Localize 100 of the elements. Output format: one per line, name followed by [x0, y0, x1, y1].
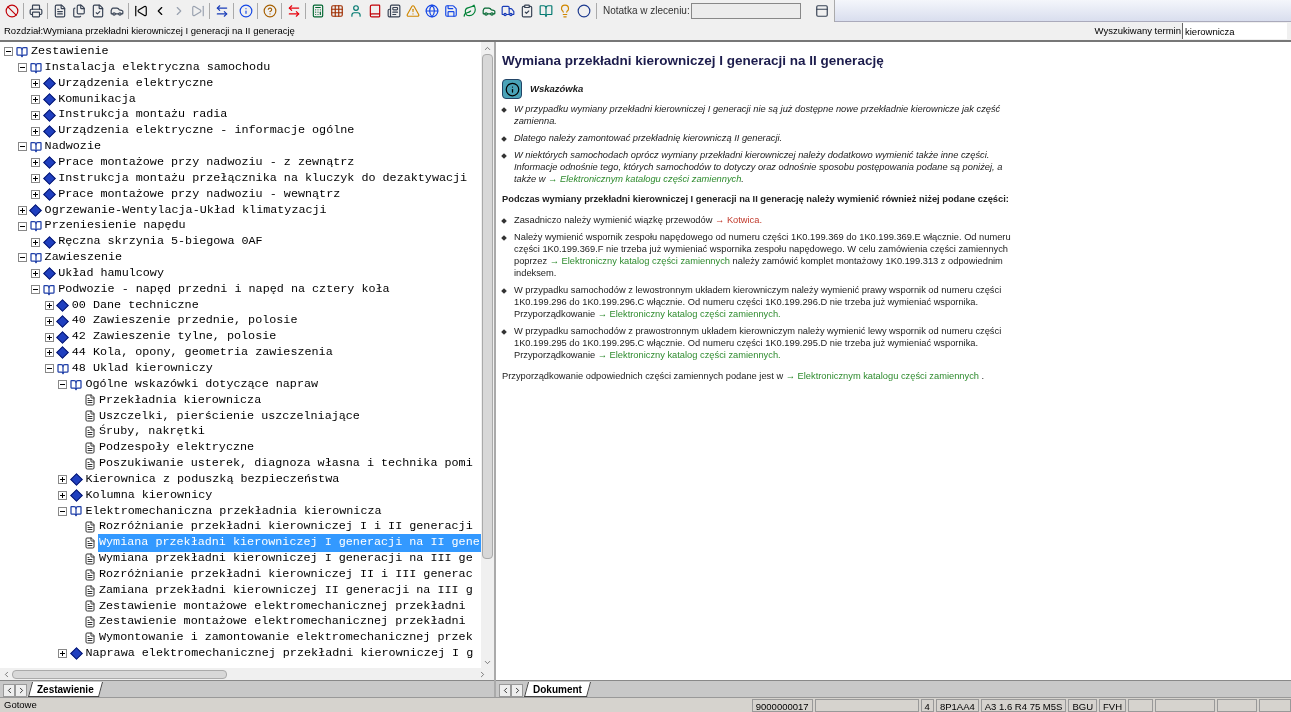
search-field[interactable]: kierownicza: [1182, 23, 1287, 39]
tree-item[interactable]: 44 Kola, opony, geometria zawieszenia: [70, 344, 334, 362]
tree-item[interactable]: Zamiana przekładni kierowniczej II generacji na III g: [98, 581, 474, 600]
tree-item[interactable]: Zestawienie montażowe elektromechanicznej przekładni: [98, 597, 467, 616]
expand-icon[interactable]: [31, 94, 41, 104]
expand-icon[interactable]: [44, 316, 54, 326]
open-book-icon: [29, 220, 42, 233]
list-item-text: W przypadku wymiany przekładni kierowniczej I generacji nie są już dostępne nowe przekładnie kierownicze jak część zamienna.: [514, 103, 1002, 128]
status-cell: 9000000017: [751, 698, 813, 712]
collapse-icon[interactable]: [4, 47, 13, 57]
tree-item[interactable]: Ogrzewanie-Wentylacja-Układ klimatyzacji: [43, 201, 328, 220]
tree-item[interactable]: Urządzenia elektryczne: [57, 74, 215, 93]
scroll-right-button[interactable]: [15, 684, 27, 697]
bullet-icon: [501, 329, 507, 336]
tree-item[interactable]: Wymiana przekładni kierowniczej I generacji na III ge: [98, 550, 474, 568]
catalog-link[interactable]: → Elektronicznym katalogu części zamiennych: [785, 371, 979, 382]
page-icon: [84, 568, 96, 581]
scroll-left-button[interactable]: [499, 684, 511, 697]
tree-item[interactable]: Podzespoły elektryczne: [98, 439, 256, 457]
tree-item[interactable]: Komunikacja: [57, 90, 137, 109]
bullet-icon: [501, 218, 507, 225]
truck-icon: [500, 3, 515, 18]
print-icon: [28, 3, 43, 18]
expand-icon[interactable]: [58, 475, 68, 485]
page-icon: [84, 426, 96, 439]
tree-item[interactable]: 40 Zawieszenie przednie, polosie: [70, 312, 299, 331]
tree-item[interactable]: Rozróżnianie przekładni kierowniczej I i II generacji: [98, 518, 474, 537]
tree-item[interactable]: Elektromechaniczna przekładnia kierownicza: [84, 502, 383, 521]
tree-item[interactable]: 48 Uklad kierowniczy: [70, 360, 214, 378]
tree-item[interactable]: Układ hamulcowy: [57, 264, 165, 283]
expand-icon[interactable]: [44, 332, 54, 342]
tree-item[interactable]: Instalacja elektryczna samochodu: [43, 58, 272, 77]
tree-item[interactable]: Instrukcja montażu przełącznika na kluczyk do dezaktywacji: [57, 169, 469, 188]
calculator-icon: [310, 3, 325, 18]
page-icon: [84, 600, 96, 613]
catalog-link[interactable]: → Elektroniczny katalog części zamiennych.: [597, 350, 781, 361]
tree-item[interactable]: Poszukiwanie usterek, diagnoza własna i technika pomi: [98, 455, 474, 473]
expand-icon[interactable]: [31, 158, 41, 168]
collapse-icon[interactable]: [17, 221, 27, 231]
status-cell: A3 1.6 R4 75 M5S: [980, 698, 1067, 712]
tree-item[interactable]: Kolumna kierownicy: [84, 486, 214, 505]
scroll-right-button[interactable]: [511, 684, 523, 697]
sheet-tab[interactable]: Dokument: [524, 682, 591, 697]
catalog-link[interactable]: → Elektroniczny katalog części zamiennych.: [597, 309, 781, 320]
harness-link[interactable]: → Kotwica.: [715, 215, 762, 226]
tree-item[interactable]: Nadwozie: [43, 138, 102, 156]
last-icon: [190, 3, 205, 18]
tree-item[interactable]: Wymontowanie i zamontowanie elektromechanicznej przek: [98, 629, 474, 647]
collapse-icon[interactable]: [31, 285, 41, 295]
sheet-tab[interactable]: Zestawienie: [28, 682, 103, 697]
collapse-icon[interactable]: [58, 380, 68, 390]
catalog-link[interactable]: → Elektroniczny katalog części zamiennych: [549, 256, 730, 267]
tree-item[interactable]: Ręczna skrzynia 5-biegowa 0AF: [57, 233, 264, 251]
tree-item[interactable]: Podwozie - napęd przedni i napęd na cztery koła: [57, 280, 391, 299]
tree-item[interactable]: Ogólne wskazówki dotyczące napraw: [84, 375, 320, 394]
document-title: Wymiana przekładni kierowniczej I generacji na II generację: [502, 52, 885, 70]
warning-icon: [405, 3, 420, 18]
expand-icon[interactable]: [31, 190, 41, 199]
search-label: Wyszukiwany termin: [1094, 23, 1181, 38]
expand-icon[interactable]: [17, 205, 27, 215]
tree-item[interactable]: Instrukcja montażu radia: [57, 106, 229, 125]
status-cell: 8P1AA4: [935, 698, 979, 712]
expand-icon[interactable]: [44, 300, 54, 310]
vertical-scrollbar[interactable]: [481, 42, 494, 668]
document-check-icon: [90, 3, 105, 18]
expand-icon[interactable]: [44, 348, 54, 358]
page-icon: [84, 442, 96, 454]
expand-icon[interactable]: [58, 491, 68, 501]
tree-item[interactable]: Zestawienie montażowe elektromechanicznej przekładni: [98, 613, 467, 632]
expand-icon[interactable]: [31, 237, 41, 247]
tree-item[interactable]: Przeniesienie napędu: [43, 217, 187, 235]
list-item-text: Należy wymienić wspornik zespołu napędowego od numeru części 1K0.199.369 do 1K0.199.369.E włącznie. Od numeru części 1K0.199.369.F nie trzeba już wymieniać wspornika zespołu napędowego. W celu zamówienia części zamiennych poprzez → Elektroniczny katalog części zamiennych należy zamówić komplet montażowy 1K0.199.313 z odpowiednim indeksem.: [514, 231, 1012, 280]
tree-item[interactable]: Zawieszenie: [43, 249, 124, 267]
tree-item[interactable]: Naprawa elektromechanicznej przekładni kierowniczej I g: [84, 645, 475, 663]
collapse-icon[interactable]: [44, 364, 54, 374]
tree-item[interactable]: Urządzenia elektryczne - informacje ogólne: [57, 122, 356, 140]
expand-icon[interactable]: [31, 110, 41, 120]
tree-item[interactable]: Prace montażowe przy nadwoziu - z zewnątrz: [57, 154, 356, 172]
collapse-icon[interactable]: [17, 253, 27, 263]
open-book-icon: [29, 251, 42, 264]
document-icon: [52, 3, 67, 18]
tree-item[interactable]: 00 Dane techniczne: [70, 296, 200, 315]
expand-icon[interactable]: [31, 126, 41, 136]
expand-icon[interactable]: [31, 79, 41, 89]
page-icon: [84, 394, 96, 407]
expand-icon[interactable]: [31, 269, 41, 279]
collapse-icon[interactable]: [58, 506, 68, 516]
tree-item[interactable]: 42 Zawieszenie tylne, polosie: [70, 328, 278, 346]
collapse-icon[interactable]: [17, 63, 27, 73]
tree-item[interactable]: Prace montażowe przy nadwoziu - wewnątrz: [57, 185, 342, 204]
collapse-icon[interactable]: [17, 142, 27, 152]
tree-item[interactable]: Przekładnia kierownicza: [98, 391, 263, 410]
tree-item[interactable]: Zestawienie: [30, 43, 110, 61]
expand-icon[interactable]: [31, 174, 41, 184]
tree-item[interactable]: Kierownica z poduszką bezpieczeństwa: [84, 470, 341, 489]
tree-item[interactable]: Śruby, nakrętki: [98, 423, 206, 441]
scroll-left-button[interactable]: [3, 684, 15, 697]
expand-icon[interactable]: [58, 649, 68, 659]
open-book-icon: [70, 378, 83, 391]
tree-item[interactable]: Rozróżnianie przekładni kierowniczej II i III generac: [98, 565, 474, 584]
